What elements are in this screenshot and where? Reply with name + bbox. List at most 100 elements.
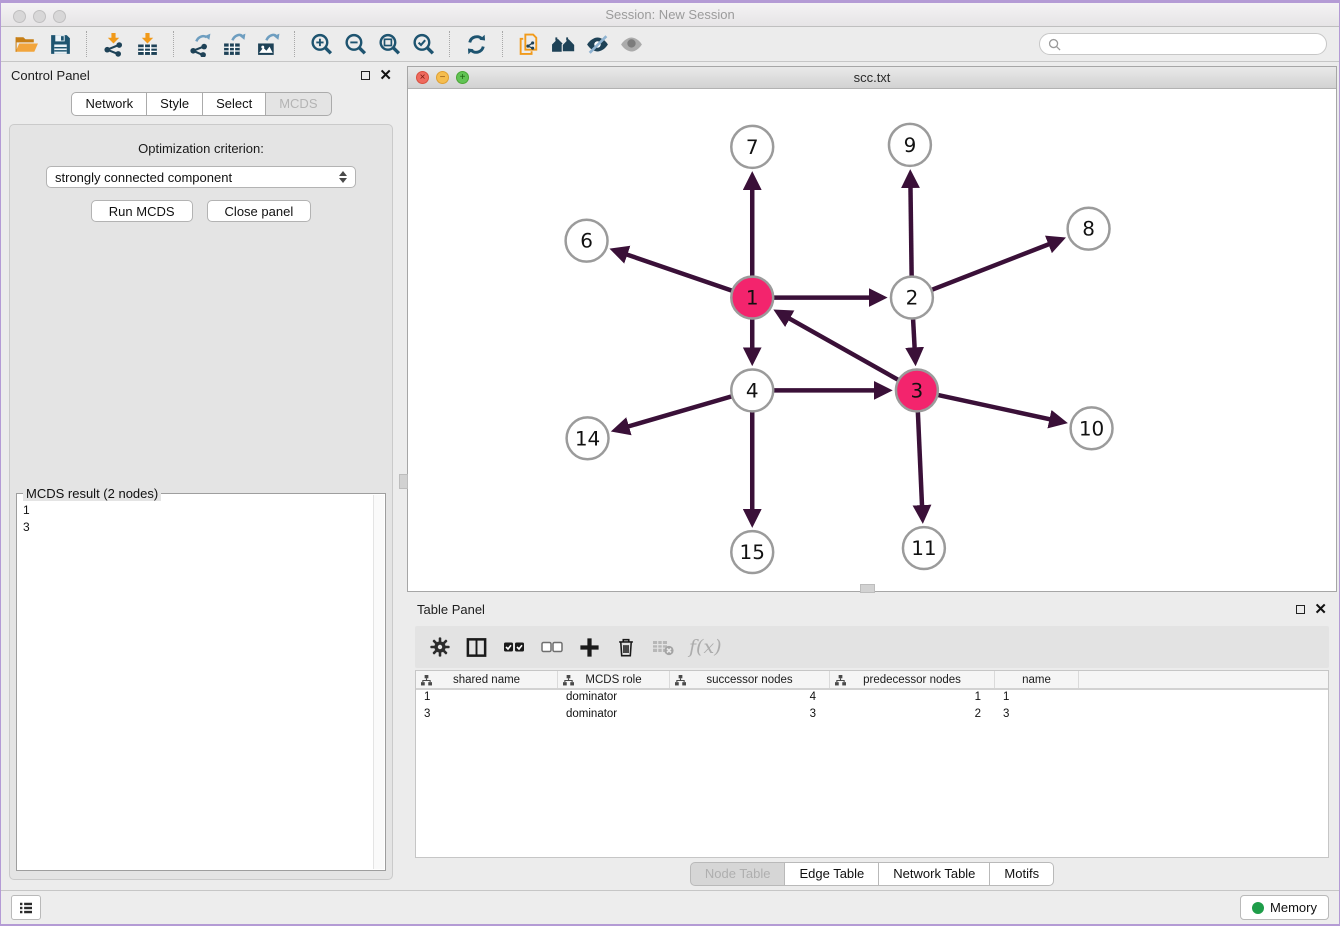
graph-edge-3-10[interactable]: [917, 390, 1063, 422]
cell-predecessor-nodes[interactable]: 2: [830, 707, 995, 724]
refresh-view-icon[interactable]: [459, 29, 493, 59]
memory-button[interactable]: Memory: [1240, 895, 1329, 920]
graph-node-label-15: 15: [740, 540, 765, 564]
tab-style[interactable]: Style: [147, 92, 203, 116]
graph-edge-2-8[interactable]: [912, 239, 1062, 297]
cell-mcds-role[interactable]: dominator: [558, 707, 670, 724]
application-window: Session: New Session: [0, 0, 1340, 926]
toolbar-separator: [173, 31, 174, 57]
memory-label: Memory: [1270, 900, 1317, 915]
tab-network-table[interactable]: Network Table: [879, 862, 990, 886]
delete-table-icon[interactable]: [651, 634, 675, 660]
toolbar-separator: [86, 31, 87, 57]
vertical-splitter-handle[interactable]: [399, 474, 408, 489]
clear-all-checkboxes-icon[interactable]: [540, 634, 564, 660]
close-panel-button[interactable]: Close panel: [207, 200, 312, 222]
delete-row-icon[interactable]: [615, 634, 637, 660]
tab-node-table[interactable]: Node Table: [690, 862, 786, 886]
cell-successor-nodes[interactable]: 3: [670, 707, 830, 724]
tree-icon: [835, 675, 846, 686]
table-row[interactable]: 3 dominator 3 2 3: [416, 707, 1328, 724]
column-header-successor-nodes[interactable]: successor nodes: [670, 671, 830, 688]
column-settings-icon[interactable]: [429, 634, 451, 660]
tab-select[interactable]: Select: [203, 92, 266, 116]
add-row-icon[interactable]: [578, 634, 601, 660]
show-graphics-detail-icon[interactable]: [614, 29, 648, 59]
cell-successor-nodes[interactable]: 4: [670, 690, 830, 707]
graph-node-label-2: 2: [906, 286, 919, 310]
search-input[interactable]: [1066, 37, 1318, 51]
zoom-out-icon[interactable]: [338, 29, 372, 59]
hide-graphics-detail-icon[interactable]: [580, 29, 614, 59]
graph-edge-3-1[interactable]: [777, 312, 916, 391]
show-columns-icon[interactable]: [465, 634, 488, 660]
fit-content-icon[interactable]: [372, 29, 406, 59]
graph-node-label-7: 7: [746, 135, 759, 159]
float-panel-icon[interactable]: [361, 71, 370, 80]
column-header-predecessor-nodes[interactable]: predecessor nodes: [830, 671, 995, 688]
graph-node-label-8: 8: [1082, 217, 1095, 241]
function-builder-icon[interactable]: f(x): [689, 634, 722, 660]
tree-icon: [675, 675, 686, 686]
table-panel-header: Table Panel ✕: [407, 596, 1337, 622]
cell-mcds-role[interactable]: dominator: [558, 690, 670, 707]
main-toolbar: [1, 27, 1339, 62]
result-scrollbar[interactable]: [373, 495, 384, 869]
mcds-result-box: MCDS result (2 nodes) 1 3: [16, 493, 386, 871]
optimization-criterion-select[interactable]: strongly connected component: [46, 166, 356, 188]
duplicate-network-icon[interactable]: [512, 29, 546, 59]
export-image-icon[interactable]: [251, 29, 285, 59]
float-panel-icon[interactable]: [1296, 605, 1305, 614]
column-header-shared-name[interactable]: shared name: [416, 671, 558, 688]
tab-edge-table[interactable]: Edge Table: [785, 862, 879, 886]
graph-node-label-14: 14: [575, 426, 600, 450]
close-panel-icon[interactable]: ✕: [1314, 602, 1327, 617]
open-session-icon[interactable]: [9, 29, 43, 59]
tab-mcds[interactable]: MCDS: [266, 92, 331, 116]
cell-shared-name[interactable]: 3: [416, 707, 558, 724]
zoom-in-icon[interactable]: [304, 29, 338, 59]
selected-option: strongly connected component: [55, 170, 232, 185]
optimization-criterion-label: Optimization criterion:: [10, 141, 392, 156]
column-header-name[interactable]: name: [995, 671, 1079, 688]
close-panel-icon[interactable]: ✕: [379, 68, 392, 83]
toolbar-separator: [449, 31, 450, 57]
run-mcds-button[interactable]: Run MCDS: [91, 200, 193, 222]
horizontal-splitter-handle[interactable]: [860, 584, 875, 593]
tree-icon: [563, 675, 574, 686]
import-network-icon[interactable]: [96, 29, 130, 59]
network-canvas[interactable]: 1234678910111415: [408, 89, 1336, 591]
table-row[interactable]: 1 dominator 4 1 1: [416, 690, 1328, 707]
save-session-icon[interactable]: [43, 29, 77, 59]
list-icon: [17, 899, 35, 917]
select-all-checkboxes-icon[interactable]: [502, 634, 526, 660]
column-header-mcds-role[interactable]: MCDS role: [558, 671, 670, 688]
node-table: shared name MCDS role successor nodes pr…: [415, 670, 1329, 858]
import-table-icon[interactable]: [130, 29, 164, 59]
mcds-tab-content: Optimization criterion: strongly connect…: [9, 124, 393, 880]
table-panel: Table Panel ✕: [407, 596, 1337, 890]
graph-node-label-11: 11: [911, 536, 936, 560]
table-toolbar: f(x): [415, 626, 1329, 668]
zoom-selected-icon[interactable]: [406, 29, 440, 59]
network-window-title: scc.txt: [408, 70, 1336, 85]
tab-network[interactable]: Network: [71, 92, 147, 116]
window-titlebar: Session: New Session: [1, 0, 1339, 27]
graph-node-label-4: 4: [746, 378, 759, 402]
table-header-row: shared name MCDS role successor nodes pr…: [416, 671, 1328, 690]
show-log-button[interactable]: [11, 895, 41, 920]
network-graph: 1234678910111415: [408, 89, 1336, 591]
cell-name[interactable]: 3: [995, 707, 1079, 724]
window-title: Session: New Session: [1, 7, 1339, 22]
cell-predecessor-nodes[interactable]: 1: [830, 690, 995, 707]
cell-shared-name[interactable]: 1: [416, 690, 558, 707]
export-table-icon[interactable]: [217, 29, 251, 59]
search-field[interactable]: [1039, 33, 1327, 55]
graph-node-label-1: 1: [746, 286, 759, 310]
export-network-icon[interactable]: [183, 29, 217, 59]
memory-status-icon: [1252, 902, 1264, 914]
toolbar-separator: [294, 31, 295, 57]
home-icon[interactable]: [546, 29, 580, 59]
cell-name[interactable]: 1: [995, 690, 1079, 707]
tab-motifs[interactable]: Motifs: [990, 862, 1054, 886]
